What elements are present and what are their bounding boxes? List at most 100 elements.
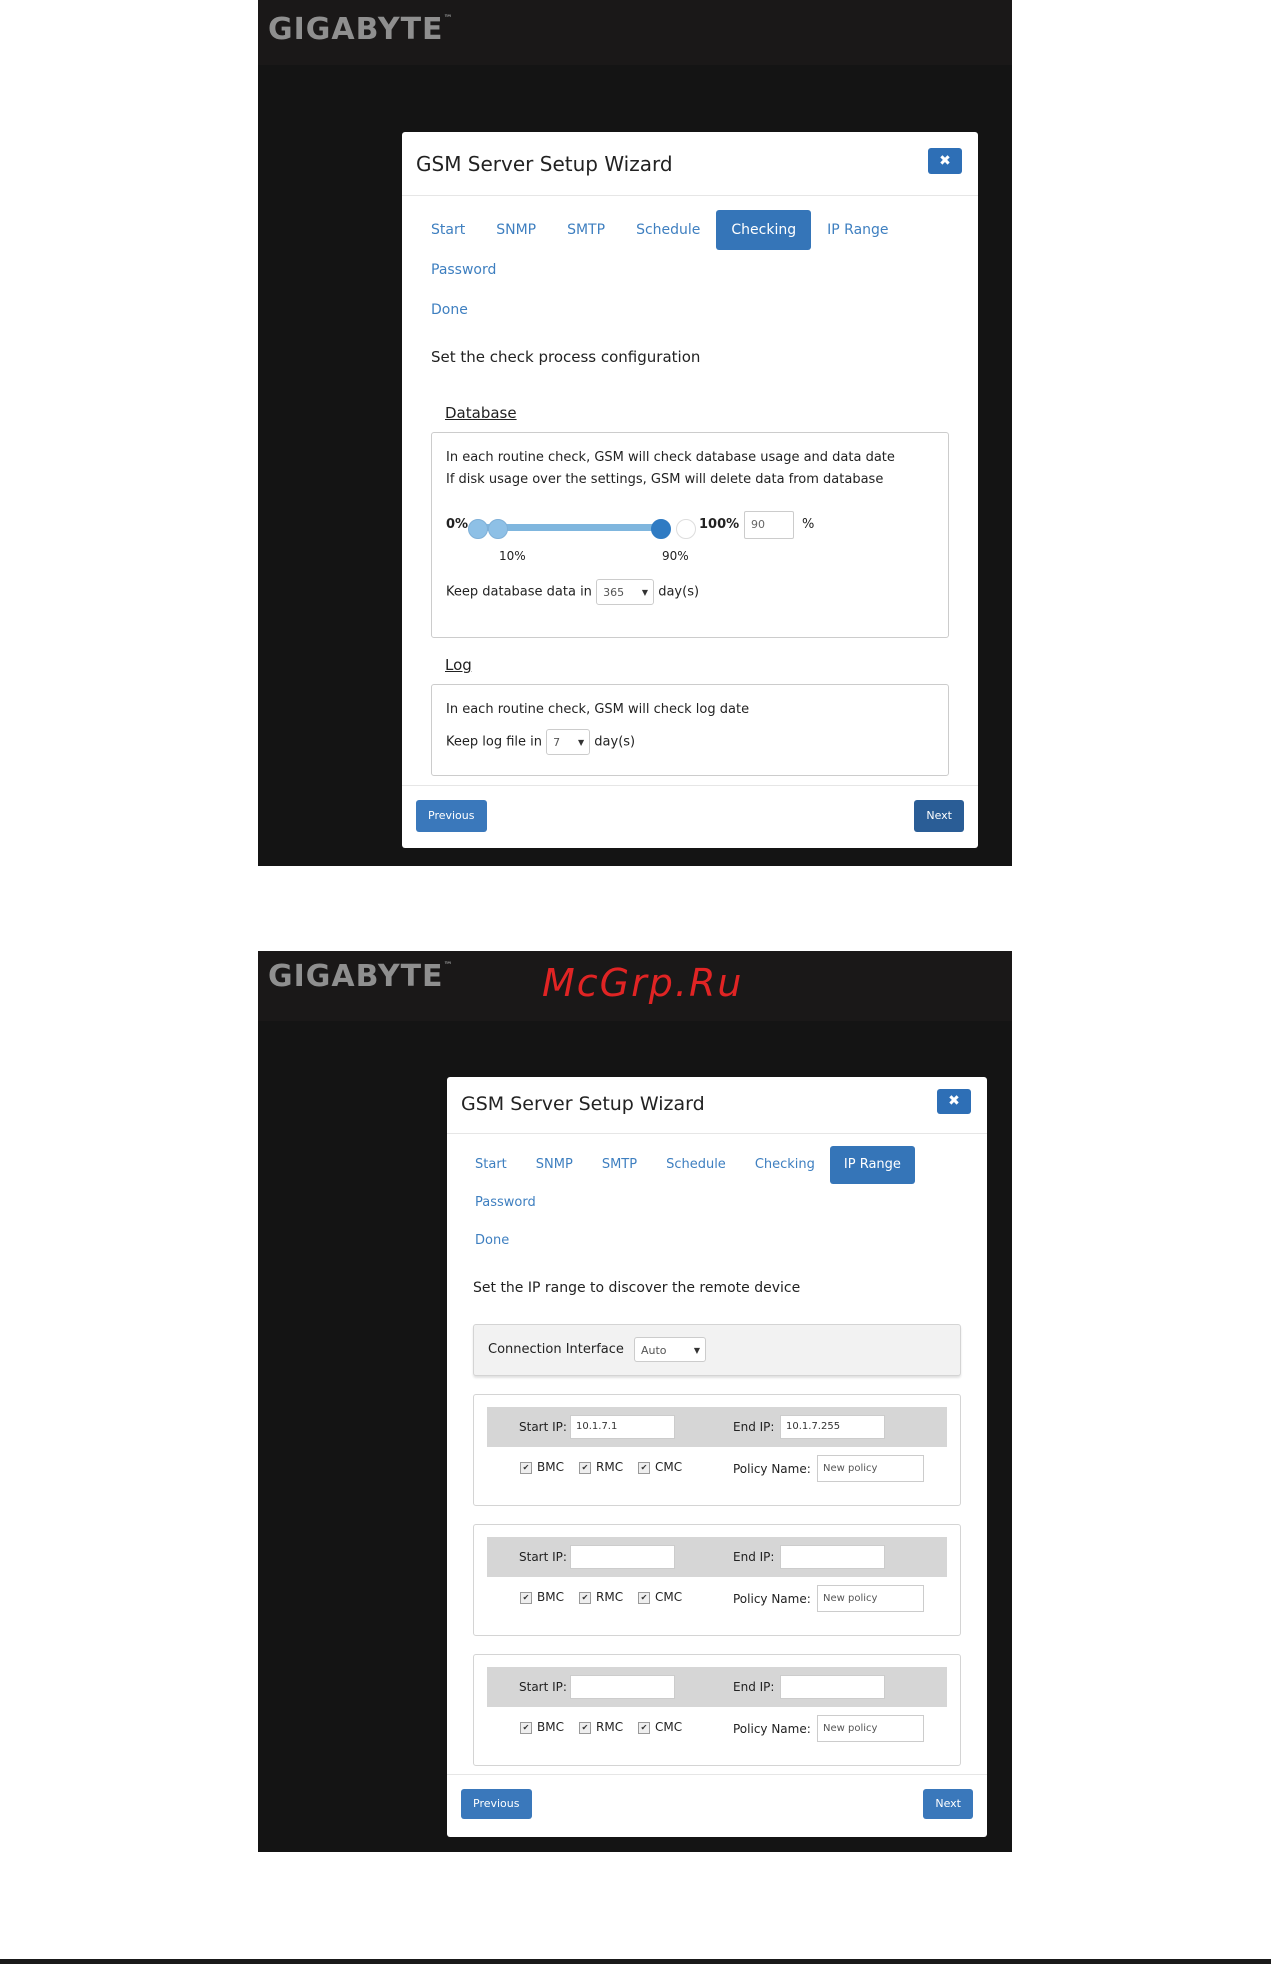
- usage-range-slider: 0% 10% 90% 100% 90 %: [446, 511, 934, 573]
- bmc-checkbox[interactable]: ✔: [520, 1592, 532, 1604]
- policy-name-label: Policy Name:: [733, 1722, 811, 1736]
- usage-percent-input[interactable]: 90: [744, 511, 794, 539]
- connection-interface-label: Connection Interface: [488, 1342, 624, 1357]
- database-info-line-2: If disk usage over the settings, GSM wil…: [446, 472, 884, 487]
- tab-done[interactable]: Done: [416, 290, 483, 330]
- end-ip-input[interactable]: [780, 1545, 885, 1569]
- bmc-checkbox[interactable]: ✔: [520, 1462, 532, 1474]
- cmc-checkbox[interactable]: ✔: [638, 1592, 650, 1604]
- policy-name-input[interactable]: New policy: [817, 1455, 924, 1482]
- chevron-down-icon: ▼: [577, 738, 585, 747]
- slider-handle-end[interactable]: [676, 519, 696, 539]
- rmc-checkbox[interactable]: ✔: [579, 1722, 591, 1734]
- log-panel: In each routine check, GSM will check lo…: [431, 684, 949, 776]
- policy-name-input[interactable]: New policy: [817, 1585, 924, 1612]
- keep-database-row: Keep database data in 365 ▼ day(s): [446, 579, 934, 605]
- database-section-title: Database: [445, 404, 517, 422]
- screenshot-ip-range: GIGABYTE™ McGrp.Ru GSM Server Setup Wiza…: [258, 951, 1012, 1852]
- rmc-checkbox[interactable]: ✔: [579, 1592, 591, 1604]
- tab-schedule[interactable]: Schedule: [652, 1146, 740, 1184]
- keep-database-select[interactable]: 365 ▼: [596, 579, 655, 605]
- setup-wizard-modal: GSM Server Setup Wizard ✖ Start SNMP SMTP S…: [447, 1077, 987, 1837]
- watermark-text: McGrp.Ru: [542, 961, 744, 1005]
- policy-name-label: Policy Name:: [733, 1592, 811, 1606]
- policy-name-input[interactable]: New policy: [817, 1715, 924, 1742]
- page-divider: [0, 1959, 1271, 1964]
- previous-button[interactable]: Previous: [461, 1789, 532, 1819]
- tab-smtp[interactable]: SMTP: [552, 210, 620, 250]
- keep-database-label: Keep database data in: [446, 584, 592, 600]
- tab-ip-range[interactable]: IP Range: [812, 210, 903, 250]
- low-tick-label: 10%: [499, 549, 526, 563]
- tab-smtp[interactable]: SMTP: [588, 1146, 651, 1184]
- modal-title: GSM Server Setup Wizard: [461, 1093, 705, 1115]
- cmc-checkbox[interactable]: ✔: [638, 1462, 650, 1474]
- close-icon: ✖: [939, 153, 951, 169]
- tab-password[interactable]: Password: [416, 250, 511, 290]
- rmc-checkbox[interactable]: ✔: [579, 1462, 591, 1474]
- start-ip-input[interactable]: 10.1.7.1: [570, 1415, 675, 1439]
- screenshot-checking: GIGABYTE™ GSM Server Setup Wizard ✖ Star…: [258, 0, 1012, 866]
- tab-schedule[interactable]: Schedule: [621, 210, 715, 250]
- keep-log-row: Keep log file in 7 ▼ day(s): [446, 729, 934, 755]
- end-ip-label: End IP:: [733, 1550, 775, 1564]
- next-button[interactable]: Next: [914, 800, 964, 832]
- keep-database-value: 365: [603, 586, 625, 599]
- tab-checking[interactable]: Checking: [716, 210, 812, 250]
- cmc-label: CMC: [655, 1590, 683, 1604]
- slider-handle-low[interactable]: [488, 519, 508, 539]
- cmc-label: CMC: [655, 1460, 683, 1474]
- database-info-line-1: In each routine check, GSM will check da…: [446, 450, 895, 465]
- wizard-tabs: Start SNMP SMTP Schedule Checking IP Range Pas…: [402, 196, 978, 330]
- slider-max-label: 100%: [699, 517, 740, 532]
- log-section-title: Log: [445, 656, 472, 674]
- chevron-down-icon: ▼: [693, 1346, 700, 1355]
- close-button[interactable]: ✖: [937, 1089, 971, 1114]
- start-ip-label: Start IP:: [519, 1550, 567, 1564]
- ip-bar: Start IP: 10.1.7.1 End IP: 10.1.7.255: [487, 1407, 947, 1447]
- database-panel: In each routine check, GSM will check da…: [431, 432, 949, 638]
- ip-range-row-3: Start IP: End IP: ✔ BMC ✔ RMC ✔ CMC Poli…: [473, 1654, 961, 1766]
- connection-interface-value: Auto: [641, 1344, 667, 1357]
- bmc-label: BMC: [537, 1460, 564, 1474]
- start-ip-input[interactable]: [570, 1545, 675, 1569]
- tab-start[interactable]: Start: [416, 210, 480, 250]
- bmc-checkbox[interactable]: ✔: [520, 1722, 532, 1734]
- start-ip-input[interactable]: [570, 1675, 675, 1699]
- slider-handle-start[interactable]: [468, 519, 488, 539]
- connection-interface-select[interactable]: Auto ▼: [634, 1337, 706, 1362]
- tab-done[interactable]: Done: [461, 1222, 523, 1260]
- ip-range-row-1: Start IP: 10.1.7.1 End IP: 10.1.7.255 ✔ …: [473, 1394, 961, 1506]
- close-icon: ✖: [948, 1093, 960, 1109]
- cmc-checkbox[interactable]: ✔: [638, 1722, 650, 1734]
- modal-title: GSM Server Setup Wizard: [416, 152, 673, 176]
- tab-snmp[interactable]: SNMP: [522, 1146, 587, 1184]
- slider-min-label: 0%: [446, 517, 469, 532]
- tab-start[interactable]: Start: [461, 1146, 521, 1184]
- wizard-tabs: Start SNMP SMTP Schedule Checking IP Range Pas…: [447, 1134, 987, 1260]
- next-button[interactable]: Next: [923, 1789, 973, 1819]
- previous-button[interactable]: Previous: [416, 800, 487, 832]
- high-tick-label: 90%: [662, 549, 689, 563]
- end-ip-input[interactable]: 10.1.7.255: [780, 1415, 885, 1439]
- rmc-label: RMC: [596, 1460, 624, 1474]
- tab-checking[interactable]: Checking: [741, 1146, 829, 1184]
- close-button[interactable]: ✖: [928, 148, 962, 174]
- modal-header: GSM Server Setup Wizard ✖: [402, 132, 978, 196]
- slider-handle-high[interactable]: [651, 519, 671, 539]
- tab-ip-range[interactable]: IP Range: [829, 1146, 915, 1184]
- end-ip-input[interactable]: [780, 1675, 885, 1699]
- percent-unit: %: [802, 517, 815, 532]
- end-ip-label: End IP:: [733, 1420, 775, 1434]
- cmc-label: CMC: [655, 1720, 683, 1734]
- keep-log-select[interactable]: 7 ▼: [546, 729, 591, 755]
- log-info-line: In each routine check, GSM will check lo…: [446, 702, 750, 717]
- tab-snmp[interactable]: SNMP: [481, 210, 551, 250]
- gigabyte-logo: GIGABYTE™: [268, 12, 453, 47]
- modal-header: GSM Server Setup Wizard ✖: [447, 1077, 987, 1134]
- tab-password[interactable]: Password: [461, 1184, 550, 1222]
- chevron-down-icon: ▼: [641, 588, 649, 597]
- bmc-label: BMC: [537, 1720, 564, 1734]
- policy-name-label: Policy Name:: [733, 1462, 811, 1476]
- app-header: GIGABYTE™: [258, 0, 1012, 65]
